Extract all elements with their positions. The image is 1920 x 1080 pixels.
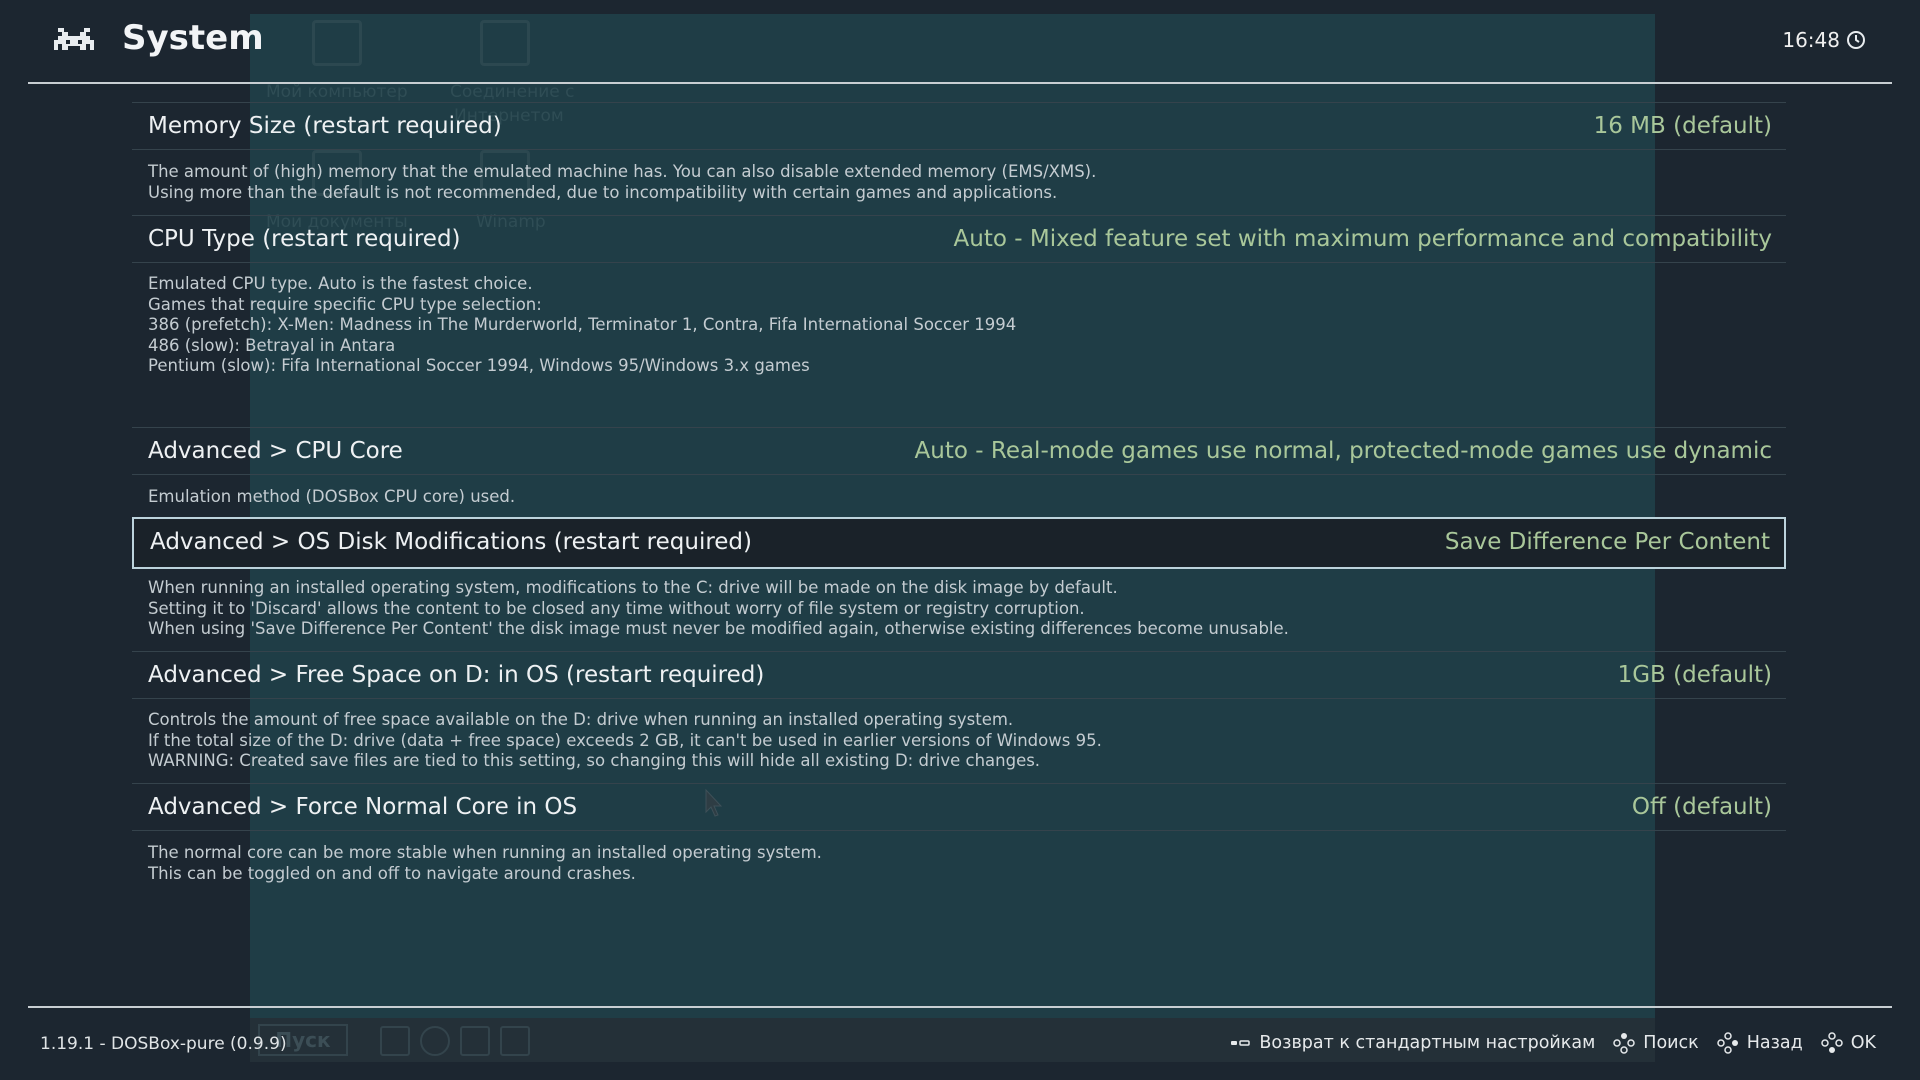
description-line: Using more than the default is not recom… bbox=[148, 182, 1058, 202]
setting-label: Advanced > Force Normal Core in OS bbox=[148, 794, 578, 820]
description-line: If the total size of the D: drive (data … bbox=[148, 730, 1102, 750]
setting-os-disk-modifications[interactable]: Advanced > OS Disk Modifications (restar… bbox=[132, 517, 1786, 569]
hint-search[interactable]: Поиск bbox=[1613, 1032, 1699, 1054]
setting-label: Advanced > Free Space on D: in OS (resta… bbox=[148, 662, 765, 688]
setting-label: Memory Size (restart required) bbox=[148, 113, 502, 139]
hint-back[interactable]: Назад bbox=[1716, 1032, 1803, 1054]
setting-description: The normal core can be more stable when … bbox=[148, 843, 822, 884]
description-line: Controls the amount of free space availa… bbox=[148, 710, 1014, 729]
header-divider bbox=[28, 82, 1892, 84]
clock-time: 16:48 bbox=[1782, 28, 1840, 52]
description-line: When running an installed operating syst… bbox=[148, 578, 1118, 597]
description-line: WARNING: Created save files are tied to … bbox=[148, 751, 1041, 770]
setting-value: Save Difference Per Content bbox=[1444, 529, 1770, 555]
a-button-icon bbox=[1820, 1032, 1843, 1053]
footer: 1.19.1 - DOSBox-pure (0.9.9) Возврат к с… bbox=[0, 1008, 1920, 1080]
description-line: When using 'Save Difference Per Content'… bbox=[148, 619, 1289, 638]
description-line: Emulated CPU type. Auto is the fastest c… bbox=[148, 274, 533, 293]
setting-description: Controls the amount of free space availa… bbox=[148, 710, 1102, 772]
clock: 16:48 bbox=[1782, 28, 1866, 52]
description-line: Games that require specific CPU type sel… bbox=[148, 294, 542, 314]
desktop-label-my-computer: Мой компьютер bbox=[266, 82, 408, 102]
setting-value: Auto - Real-mode games use normal, prote… bbox=[914, 438, 1772, 464]
header: System 16:48 bbox=[0, 0, 1920, 84]
retroarch-invader-icon bbox=[54, 28, 94, 50]
setting-description: Emulated CPU type. Auto is the fastest c… bbox=[148, 274, 1016, 377]
hint-label: Возврат к стандартным настройкам bbox=[1259, 1033, 1596, 1053]
setting-cpu-type[interactable]: CPU Type (restart required) Auto - Mixed… bbox=[132, 215, 1786, 263]
clock-icon bbox=[1847, 31, 1865, 49]
controller-hints: Возврат к стандартным настройкам Поиск Н… bbox=[1229, 1032, 1876, 1054]
setting-label: Advanced > CPU Core bbox=[148, 438, 403, 464]
desktop-label-internet-1: Соединение с bbox=[450, 82, 575, 102]
setting-value: 16 MB (default) bbox=[1593, 113, 1772, 139]
setting-cpu-core[interactable]: Advanced > CPU Core Auto - Real-mode gam… bbox=[132, 427, 1786, 475]
description-line: Emulation method (DOSBox CPU core) used. bbox=[148, 487, 516, 506]
setting-description: Emulation method (DOSBox CPU core) used. bbox=[148, 487, 515, 508]
hint-label: Поиск bbox=[1643, 1033, 1699, 1053]
setting-memory-size[interactable]: Memory Size (restart required) 16 MB (de… bbox=[132, 102, 1786, 150]
description-line: Setting it to 'Discard' allows the conte… bbox=[148, 598, 1085, 618]
setting-free-space-d[interactable]: Advanced > Free Space on D: in OS (resta… bbox=[132, 651, 1786, 699]
hint-label: Назад bbox=[1746, 1033, 1803, 1053]
hint-reset-defaults[interactable]: Возврат к стандартным настройкам bbox=[1229, 1032, 1595, 1054]
setting-description: The amount of (high) memory that the emu… bbox=[148, 162, 1096, 203]
core-version-label: 1.19.1 - DOSBox-pure (0.9.9) bbox=[40, 1034, 287, 1054]
page-title: System bbox=[122, 18, 264, 58]
description-line: The amount of (high) memory that the emu… bbox=[148, 162, 1097, 181]
hint-label: OK bbox=[1850, 1033, 1876, 1053]
description-line: This can be toggled on and off to naviga… bbox=[148, 863, 636, 883]
y-button-icon bbox=[1613, 1033, 1636, 1054]
setting-label: CPU Type (restart required) bbox=[148, 226, 461, 252]
hint-ok[interactable]: OK bbox=[1820, 1032, 1876, 1054]
setting-value: Off (default) bbox=[1631, 794, 1772, 820]
b-button-icon bbox=[1716, 1032, 1738, 1054]
setting-value: Auto - Mixed feature set with maximum pe… bbox=[953, 226, 1772, 252]
description-line: Pentium (slow): Fifa International Socce… bbox=[148, 356, 810, 375]
setting-force-normal-core[interactable]: Advanced > Force Normal Core in OS Off (… bbox=[132, 783, 1786, 831]
setting-description: When running an installed operating syst… bbox=[148, 578, 1289, 640]
description-line: 486 (slow): Betrayal in Antara bbox=[148, 335, 396, 355]
setting-value: 1GB (default) bbox=[1617, 662, 1772, 688]
description-line: The normal core can be more stable when … bbox=[148, 843, 822, 862]
description-line: 386 (prefetch): X-Men: Madness in The Mu… bbox=[148, 315, 1017, 334]
setting-label: Advanced > OS Disk Modifications (restar… bbox=[150, 529, 753, 555]
select-button-icon bbox=[1231, 1040, 1251, 1046]
mouse-cursor-icon bbox=[705, 788, 723, 817]
